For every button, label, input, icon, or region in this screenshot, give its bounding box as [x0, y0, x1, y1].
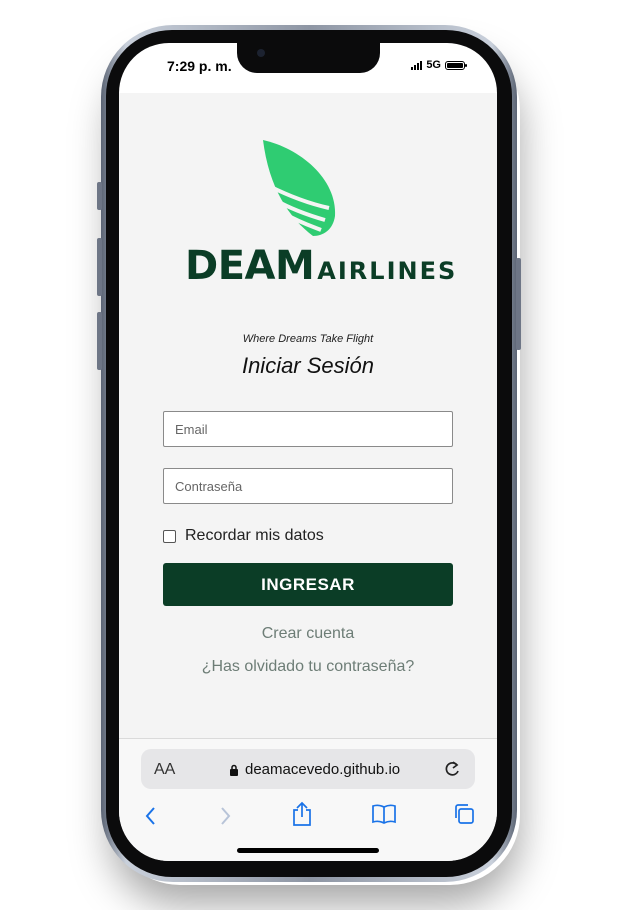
create-account-link[interactable]: Crear cuenta [119, 625, 497, 643]
tabs-icon[interactable] [452, 802, 476, 826]
volume-down-button [97, 312, 102, 370]
camera-icon [257, 49, 265, 57]
signal-icon [411, 60, 423, 70]
power-button [516, 258, 521, 350]
share-icon[interactable] [291, 801, 313, 827]
url-display[interactable]: deamacevedo.github.io [229, 761, 400, 778]
url-text: deamacevedo.github.io [245, 761, 401, 778]
remember-label: Recordar mis datos [185, 527, 324, 544]
back-icon[interactable] [143, 805, 159, 827]
phone-screen: 7:29 p. m. 5G DEAM AIRLINES Where Dreams … [119, 43, 497, 861]
brand-primary: DEAM [185, 243, 315, 289]
password-field[interactable] [163, 468, 453, 504]
remember-checkbox[interactable] [163, 529, 176, 543]
brand-secondary: AIRLINES [317, 257, 458, 285]
wing-logo-icon [263, 140, 336, 236]
forgot-password-link[interactable]: ¿Has olvidado tu contraseña? [119, 658, 497, 676]
bookmarks-icon[interactable] [371, 803, 397, 825]
lock-icon [230, 764, 238, 776]
network-label: 5G [426, 59, 441, 71]
remember-me[interactable]: Recordar mis datos [163, 527, 324, 545]
reload-icon[interactable] [443, 759, 461, 779]
silent-switch [97, 182, 102, 210]
browser-chrome: AA deamacevedo.github.io [119, 738, 497, 861]
email-field[interactable] [163, 411, 453, 447]
web-content: DEAM AIRLINES Where Dreams Take Flight In… [119, 93, 497, 738]
notch [237, 43, 380, 73]
brand-logo-text: DEAM AIRLINES [185, 243, 455, 289]
battery-icon [445, 60, 467, 70]
address-bar[interactable]: AA deamacevedo.github.io [141, 749, 475, 789]
forward-icon[interactable] [217, 805, 233, 827]
login-button[interactable]: INGRESAR [163, 563, 453, 606]
status-indicators: 5G [411, 59, 467, 71]
brand-tagline: Where Dreams Take Flight [242, 333, 374, 345]
page-title: Iniciar Sesión [241, 353, 375, 378]
status-time: 7:29 p. m. [167, 58, 232, 74]
home-indicator [237, 848, 379, 853]
volume-up-button [97, 238, 102, 296]
text-size-button[interactable]: AA [154, 761, 175, 779]
